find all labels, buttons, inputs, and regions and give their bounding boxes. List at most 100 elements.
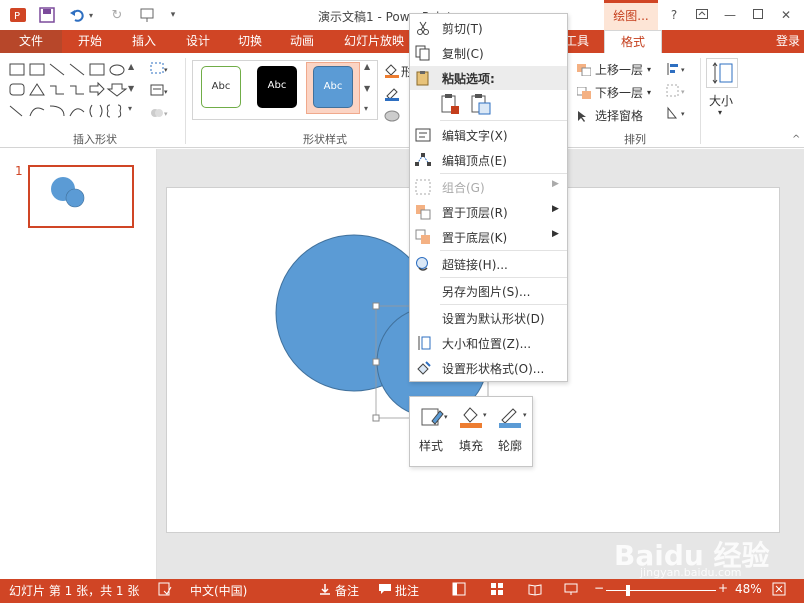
shape-effects-icon[interactable] xyxy=(383,107,403,123)
ribbon-separator xyxy=(700,58,701,144)
tab-animations[interactable]: 动画 xyxy=(282,30,322,53)
menu-item-set-default-shape[interactable]: 设置为默认形状(D) xyxy=(410,306,567,330)
menu-item-save-as-picture[interactable]: 另存为图片(S)... xyxy=(410,279,567,303)
menu-separator xyxy=(440,120,567,121)
size-dropdown-icon[interactable]: ▾ xyxy=(718,108,722,117)
size-icon[interactable] xyxy=(706,58,738,88)
fill-icon[interactable]: ▾ xyxy=(458,403,490,429)
zoom-in-icon[interactable]: + xyxy=(718,581,728,595)
undo-icon[interactable] xyxy=(68,6,86,24)
shapes-gallery[interactable] xyxy=(8,62,142,122)
paste-as-picture-icon[interactable] xyxy=(470,94,492,116)
hyperlink-icon xyxy=(415,256,431,272)
mini-style-label[interactable]: 样式 xyxy=(419,437,443,454)
menu-label: 编辑顶点(E) xyxy=(442,154,507,168)
reading-view-icon[interactable] xyxy=(528,582,542,599)
menu-item-edit-points[interactable]: 编辑顶点(E) xyxy=(410,148,567,172)
styles-scroll-down-icon[interactable]: ▼ xyxy=(364,84,370,93)
menu-item-edit-text[interactable]: 编辑文字(X) xyxy=(410,123,567,147)
redo-icon[interactable]: ↻ xyxy=(108,6,126,24)
style-sample-blue[interactable]: Abc xyxy=(313,66,353,108)
style-sample-outline[interactable]: Abc xyxy=(201,66,241,108)
menu-label: 设置形状格式(O)... xyxy=(442,362,545,376)
slide-thumbnail[interactable] xyxy=(28,165,134,228)
fit-to-window-icon[interactable] xyxy=(772,582,786,599)
group-objects-icon[interactable]: ▾ xyxy=(666,84,694,98)
copy-icon xyxy=(415,45,431,61)
spell-check-icon[interactable] xyxy=(158,582,172,599)
close-icon[interactable]: ✕ xyxy=(774,4,798,26)
tab-home[interactable]: 开始 xyxy=(70,30,110,53)
tab-slideshow[interactable]: 幻灯片放映 xyxy=(336,30,412,53)
menu-item-copy[interactable]: 复制(C) xyxy=(410,41,567,65)
menu-item-size-and-position[interactable]: 大小和位置(Z)... xyxy=(410,331,567,355)
zoom-out-icon[interactable]: − xyxy=(594,581,604,595)
baidu-watermark-url: jingyan.baidu.com xyxy=(640,566,742,579)
size-label[interactable]: 大小 xyxy=(709,92,733,109)
send-backward-icon xyxy=(576,86,591,99)
menu-label: 置于顶层(R) xyxy=(442,206,508,220)
menu-item-send-to-back[interactable]: 置于底层(K) ▶ xyxy=(410,225,567,249)
language-status[interactable]: 中文(中国) xyxy=(190,582,247,599)
customize-qat-icon[interactable]: ▾ xyxy=(164,6,182,24)
paste-keep-source-icon[interactable] xyxy=(440,94,462,116)
shapes-scroll-down-icon[interactable]: ▼ xyxy=(128,84,134,93)
styles-scroll-up-icon[interactable]: ▲ xyxy=(364,62,370,71)
shapes-more-icon[interactable]: ▾ xyxy=(128,104,132,113)
tab-insert[interactable]: 插入 xyxy=(124,30,164,53)
selection-pane-button[interactable]: 选择窗格 xyxy=(577,107,643,124)
rotate-icon[interactable]: ▾ xyxy=(666,106,694,120)
comments-button[interactable]: 批注 xyxy=(395,582,419,599)
mini-fill-label[interactable]: 填充 xyxy=(459,437,483,454)
menu-label: 组合(G) xyxy=(442,181,485,195)
start-slideshow-icon[interactable] xyxy=(138,6,156,24)
menu-item-format-shape[interactable]: 设置形状格式(O)... xyxy=(410,356,567,380)
edit-shape-icon[interactable]: ▾ xyxy=(150,62,170,76)
slideshow-view-icon[interactable] xyxy=(564,582,578,599)
collapse-ribbon-icon[interactable]: ^ xyxy=(792,134,800,145)
send-backward-button[interactable]: 下移一层 ▾ xyxy=(576,84,652,101)
mini-outline-label[interactable]: 轮廓 xyxy=(498,437,522,454)
zoom-slider-thumb[interactable] xyxy=(626,585,630,596)
menu-label: 剪切(T) xyxy=(442,22,483,36)
comments-icon[interactable] xyxy=(378,582,392,599)
bring-forward-icon xyxy=(577,63,592,76)
svg-text:▾: ▾ xyxy=(483,411,487,419)
shapes-scroll-up-icon[interactable]: ▲ xyxy=(128,62,134,71)
styles-more-icon[interactable]: ▾ xyxy=(364,104,368,113)
style-sample-dark[interactable]: Abc xyxy=(257,66,297,108)
bring-forward-button[interactable]: 上移一层 ▾ xyxy=(577,61,651,78)
tab-transitions[interactable]: 切换 xyxy=(230,30,270,53)
undo-dropdown-icon[interactable]: ▾ xyxy=(86,6,96,24)
ribbon-display-options-icon[interactable] xyxy=(690,4,714,26)
maximize-icon[interactable] xyxy=(746,4,770,26)
save-icon[interactable] xyxy=(38,6,56,24)
send-backward-label: 下移一层 xyxy=(595,86,644,100)
normal-view-icon[interactable] xyxy=(452,582,466,599)
shape-outline-icon[interactable] xyxy=(383,85,403,101)
align-icon[interactable]: ▾ xyxy=(666,62,694,76)
edit-text-icon xyxy=(415,127,431,143)
shape-fill-icon[interactable] xyxy=(383,62,403,78)
outline-icon[interactable]: ▾ xyxy=(497,403,531,429)
notes-icon[interactable] xyxy=(318,582,332,599)
zoom-slider-track[interactable] xyxy=(606,590,716,591)
notes-button[interactable]: 备注 xyxy=(335,582,359,599)
style-icon[interactable]: ▾ xyxy=(420,405,452,429)
menu-item-cut[interactable]: 剪切(T) xyxy=(410,16,567,40)
zoom-level[interactable]: 48% xyxy=(735,582,762,596)
send-backward-dropdown-icon: ▾ xyxy=(647,88,652,97)
slide-number: 1 xyxy=(15,164,23,178)
menu-item-hyperlink[interactable]: 超链接(H)... xyxy=(410,252,567,276)
minimize-icon[interactable]: — xyxy=(718,4,742,26)
slide-sorter-icon[interactable] xyxy=(490,582,504,599)
help-icon[interactable]: ? xyxy=(662,4,686,26)
tab-design[interactable]: 设计 xyxy=(178,30,218,53)
svg-text:P: P xyxy=(14,11,20,22)
login-link[interactable]: 登录 xyxy=(772,30,804,53)
text-box-icon[interactable]: ▾ xyxy=(150,84,170,98)
tab-file[interactable]: 文件 xyxy=(0,30,62,53)
merge-shapes-icon[interactable]: ▾ xyxy=(150,106,170,120)
menu-item-bring-to-front[interactable]: 置于顶层(R) ▶ xyxy=(410,200,567,224)
tab-format[interactable]: 格式 xyxy=(604,30,662,53)
